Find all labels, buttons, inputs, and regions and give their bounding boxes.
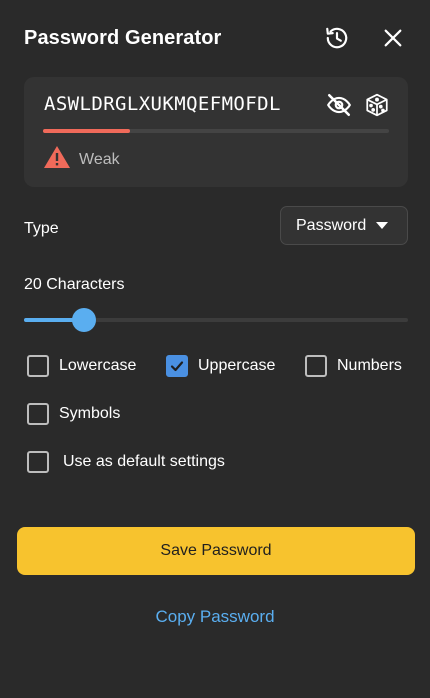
symbols-checkbox[interactable] [27,403,49,425]
default-settings-label: Use as default settings [63,453,225,470]
uppercase-checkbox[interactable] [166,355,188,377]
caret-down-icon [376,217,389,235]
length-label: 20 Characters [24,276,125,293]
checkmark-icon [170,361,184,372]
warning-icon [43,145,71,174]
length-slider[interactable] [24,308,408,332]
eye-off-icon[interactable] [326,92,352,118]
strength-bar-fill [43,129,130,133]
lowercase-label: Lowercase [59,357,137,374]
default-settings-checkbox[interactable] [27,451,49,473]
type-selected-value: Password [296,216,367,234]
copy-password-link[interactable]: Copy Password [0,607,430,627]
generated-password[interactable]: ASWLDRGLXUKMQEFMOFDL [44,93,281,115]
symbols-label: Symbols [59,405,121,422]
lowercase-checkbox[interactable] [27,355,49,377]
default-settings-option[interactable]: Use as default settings [27,451,225,473]
password-card: ASWLDRGLXUKMQEFMOFDL Weak [24,77,408,187]
numbers-option[interactable]: Numbers [305,355,402,377]
symbols-option[interactable]: Symbols [27,403,120,425]
close-icon[interactable] [380,25,406,51]
strength-bar [43,129,389,133]
save-password-button[interactable]: Save Password [17,527,415,575]
numbers-checkbox[interactable] [305,355,327,377]
type-dropdown[interactable]: Password [280,206,408,245]
strength-label: Weak [79,150,120,168]
history-icon[interactable] [324,25,350,51]
uppercase-option[interactable]: Uppercase [166,355,275,377]
type-label: Type [24,220,59,237]
slider-thumb[interactable] [71,308,96,332]
numbers-label: Numbers [337,357,402,374]
password-actions [326,92,390,118]
header: Password Generator [24,24,406,52]
lowercase-option[interactable]: Lowercase [27,355,136,377]
header-actions [324,25,406,51]
uppercase-label: Uppercase [198,357,276,374]
dice-icon[interactable] [364,92,390,118]
page-title: Password Generator [24,26,222,49]
strength-indicator: Weak [43,145,120,174]
